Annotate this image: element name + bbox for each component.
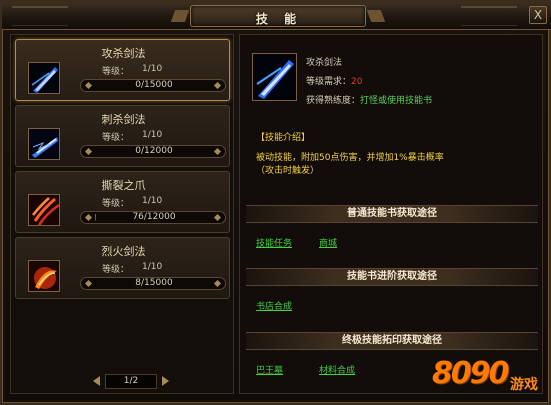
skill-list-panel: 攻杀剑法 等级： 1/10 0/15000 刺杀剑法 等级： 1/10 0/12… xyxy=(10,34,234,394)
link-bawang-tomb[interactable]: 巴王墓 xyxy=(256,363,283,376)
exp-text: 0/12000 xyxy=(135,146,173,156)
title-plate: 技 能 xyxy=(190,5,366,27)
intro-text: 被动技能，附加50点伤害，并增加1%暴击概率（攻击时触发） xyxy=(256,153,444,176)
skill-card-cisha[interactable]: 刺杀剑法 等级： 1/10 0/12000 xyxy=(15,105,230,167)
skill-name: 刺杀剑法 xyxy=(101,113,146,126)
red-claw-icon xyxy=(28,194,60,226)
skill-card-gongsha[interactable]: 攻杀剑法 等级： 1/10 0/15000 xyxy=(15,39,230,101)
level-value: 1/10 xyxy=(142,64,163,74)
exp-bar: 0/15000 xyxy=(80,79,226,92)
exp-bar: 8/15000 xyxy=(80,277,226,290)
section-normal-title: 普通技能书获取途径 xyxy=(246,205,538,223)
level-value: 1/10 xyxy=(142,196,163,206)
skills-window: 技 能 X 攻杀剑法 等级： 1/10 0/15000 刺杀剑法 等级： 1/1… xyxy=(0,0,551,405)
link-skill-quest[interactable]: 技能任务 xyxy=(256,236,292,249)
level-req-value: 20 xyxy=(351,77,363,87)
blue-sword-slash-icon xyxy=(252,53,297,101)
exp-text: 8/15000 xyxy=(135,278,173,288)
prev-page-arrow-icon[interactable] xyxy=(93,376,100,386)
section-advanced-title: 技能书进阶获取途径 xyxy=(246,268,538,286)
titlebar-ornament-left xyxy=(12,6,68,26)
watermark-number: 8090 xyxy=(432,356,509,391)
link-bookstore-synthesis[interactable]: 书店合成 xyxy=(256,299,292,312)
skill-card-liehuo[interactable]: 烈火剑法 等级： 1/10 8/15000 xyxy=(15,237,230,299)
skill-name: 攻杀剑法 xyxy=(101,47,146,60)
detail-level-requirement: 等级需求：20 xyxy=(306,74,362,87)
title-bar: 技 能 X xyxy=(2,2,551,30)
exp-bar: 76/12000 xyxy=(80,211,226,224)
detail-proficiency: 获得熟练度：打怪或使用技能书 xyxy=(306,93,432,106)
blue-sword-slash-icon xyxy=(28,62,60,94)
window-title: 技 能 xyxy=(255,12,303,26)
skill-name: 撕裂之爪 xyxy=(101,179,146,192)
intro-heading: 【技能介绍】 xyxy=(256,133,311,143)
exp-text: 0/15000 xyxy=(135,80,173,90)
proficiency-label: 获得熟练度： xyxy=(306,96,361,106)
skill-name: 烈火剑法 xyxy=(101,245,146,258)
level-label: 等级： xyxy=(102,133,130,143)
watermark-cn: 游戏 xyxy=(510,377,538,393)
level-value: 1/10 xyxy=(142,130,163,140)
level-req-label: 等级需求： xyxy=(306,77,352,87)
link-material-synthesis[interactable]: 材料合成 xyxy=(319,363,355,376)
skill-card-silie[interactable]: 撕裂之爪 等级： 1/10 76/12000 xyxy=(15,171,230,233)
link-shop[interactable]: 商城 xyxy=(319,236,337,249)
exp-text: 76/12000 xyxy=(132,212,176,222)
blue-lightning-sword-icon xyxy=(28,128,60,160)
fire-sword-icon xyxy=(28,260,60,292)
level-label: 等级： xyxy=(102,199,130,209)
section-ultimate-title: 终极技能拓印获取途径 xyxy=(246,332,538,350)
level-value: 1/10 xyxy=(142,262,163,272)
pager: 1/2 xyxy=(91,374,171,390)
proficiency-value: 打怪或使用技能书 xyxy=(360,96,433,106)
detail-skill-name: 攻杀剑法 xyxy=(306,58,343,68)
level-label: 等级： xyxy=(102,67,130,77)
level-label: 等级： xyxy=(102,265,130,275)
titlebar-ornament-right xyxy=(461,6,517,26)
exp-bar: 0/12000 xyxy=(80,145,226,158)
page-indicator: 1/2 xyxy=(105,374,157,389)
next-page-arrow-icon[interactable] xyxy=(162,376,169,386)
site-watermark-logo: 8090 游戏 xyxy=(432,352,550,402)
close-button[interactable]: X xyxy=(529,6,547,24)
skill-detail-panel: 攻杀剑法 等级需求：20 获得熟练度：打怪或使用技能书 【技能介绍】 被动技能，… xyxy=(239,34,543,394)
